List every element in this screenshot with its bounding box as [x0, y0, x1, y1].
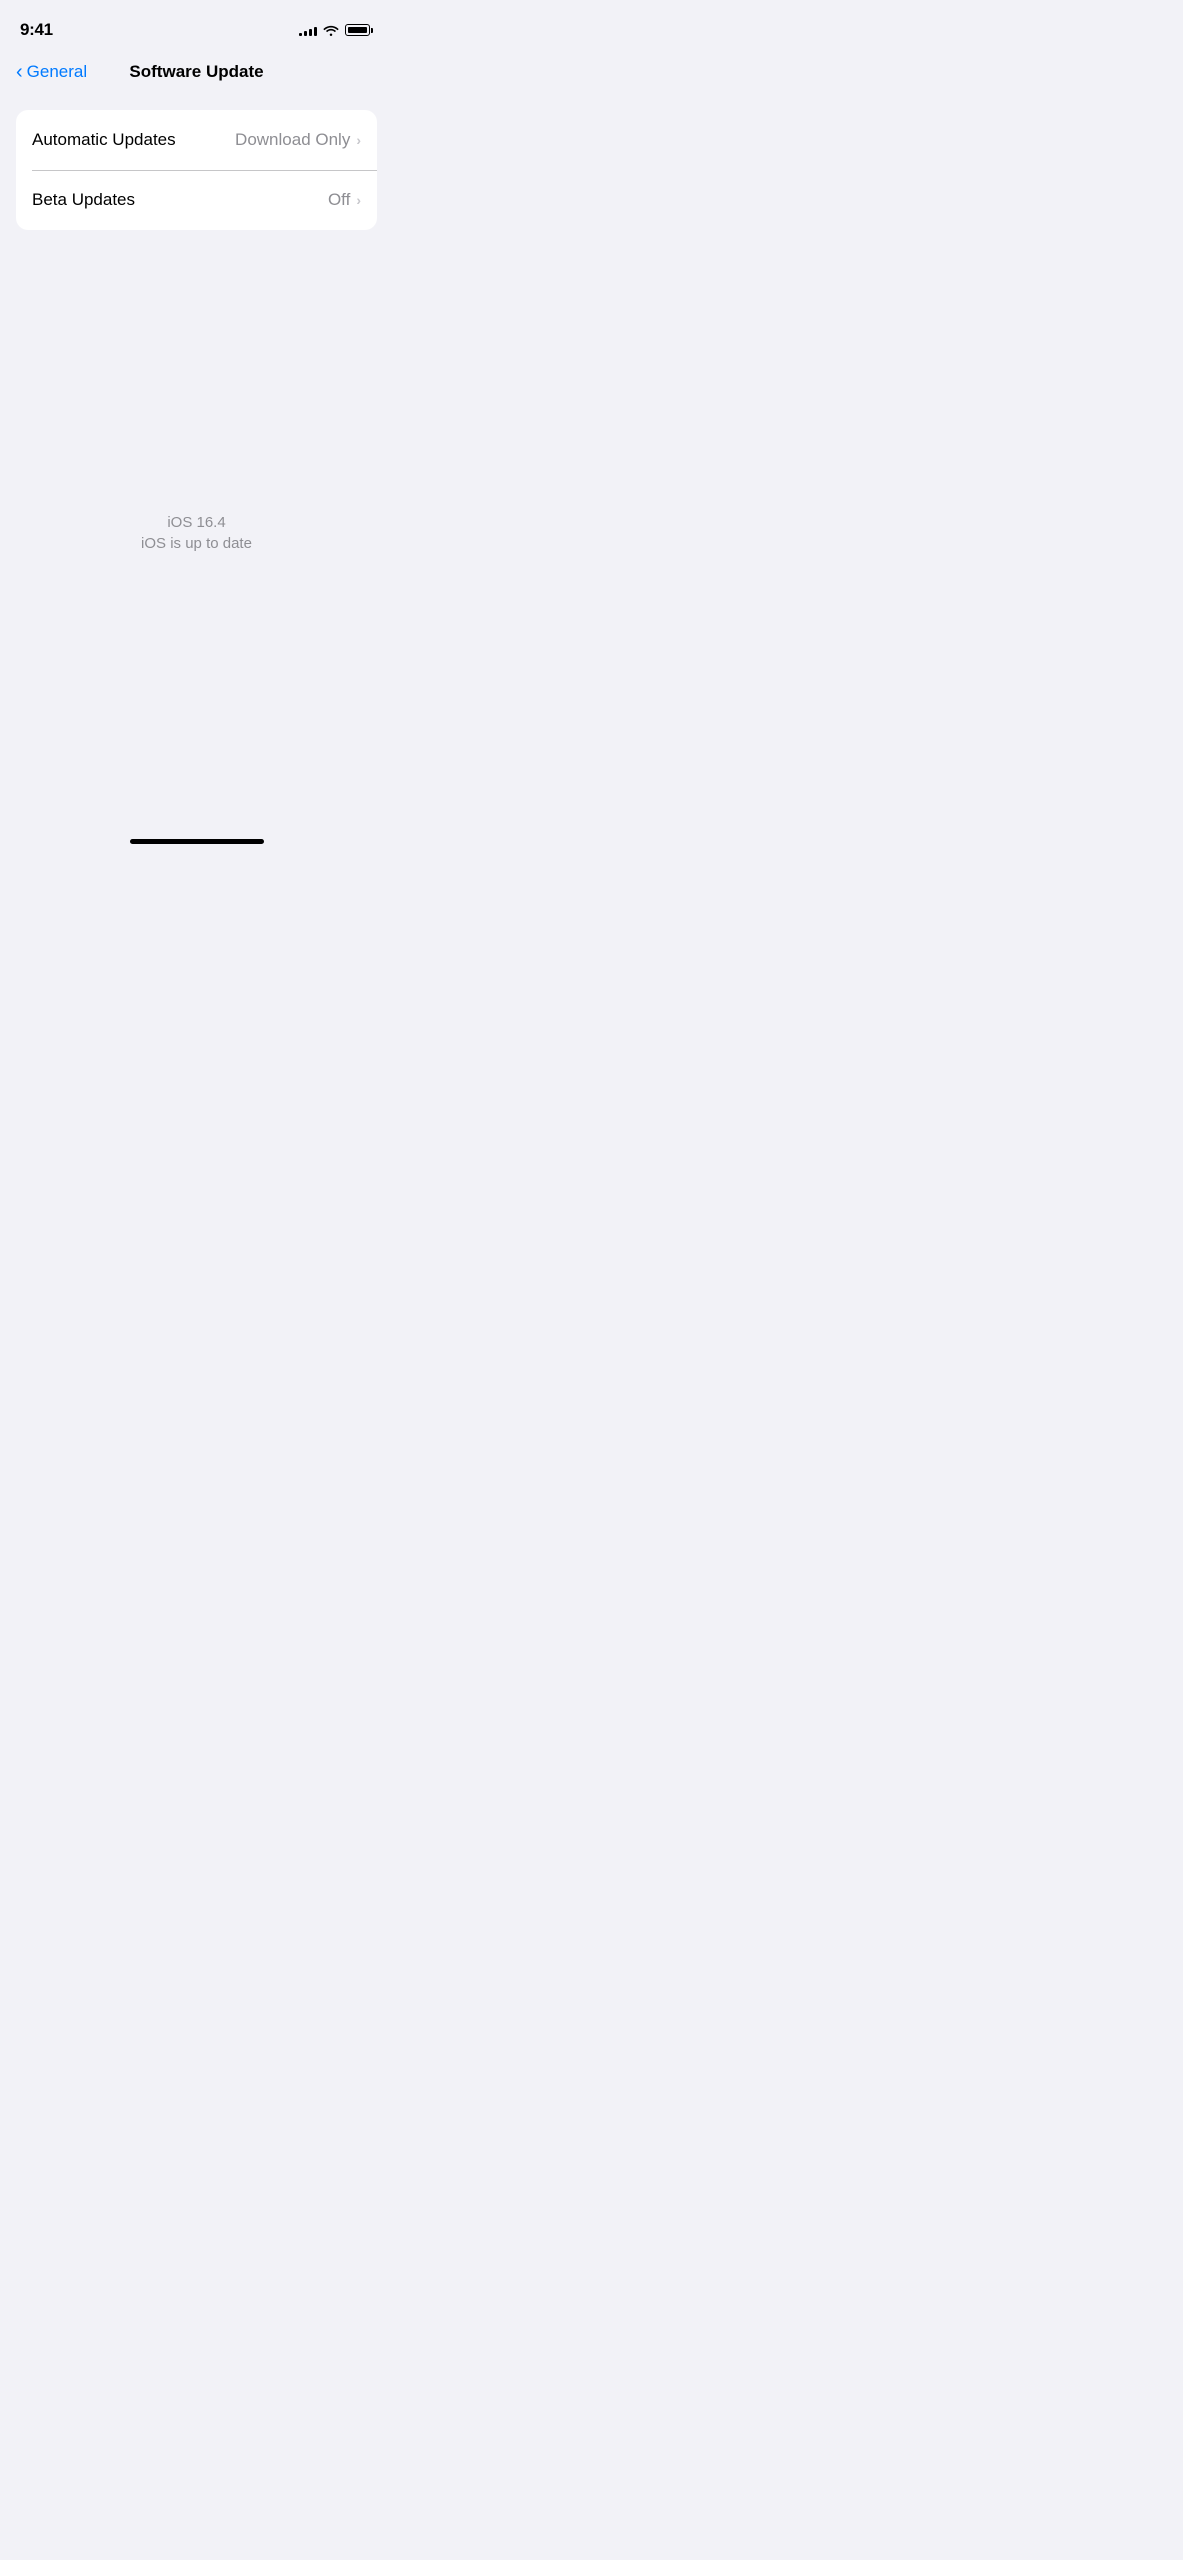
- beta-updates-value: Off: [328, 190, 350, 210]
- nav-bar: ‹ General Software Update: [0, 54, 393, 94]
- main-content: Automatic Updates Download Only › Beta U…: [0, 94, 393, 230]
- signal-icon: [299, 24, 317, 36]
- home-indicator: [130, 839, 264, 844]
- ios-version: iOS 16.4: [167, 514, 225, 531]
- ios-status: iOS is up to date: [141, 535, 252, 552]
- back-button[interactable]: ‹ General: [16, 62, 87, 82]
- automatic-updates-label: Automatic Updates: [32, 130, 176, 150]
- wifi-icon: [323, 24, 339, 36]
- battery-icon: [345, 24, 373, 36]
- automatic-updates-row[interactable]: Automatic Updates Download Only ›: [16, 110, 377, 170]
- beta-updates-value-group: Off ›: [328, 190, 361, 210]
- ios-info: iOS 16.4 iOS is up to date: [0, 514, 393, 552]
- automatic-updates-value: Download Only: [235, 130, 350, 150]
- status-bar: 9:41: [0, 0, 393, 54]
- automatic-updates-chevron-icon: ›: [356, 132, 361, 148]
- back-chevron-icon: ‹: [16, 62, 23, 82]
- beta-updates-label: Beta Updates: [32, 190, 135, 210]
- automatic-updates-value-group: Download Only ›: [235, 130, 361, 150]
- back-label: General: [27, 62, 87, 82]
- settings-group: Automatic Updates Download Only › Beta U…: [16, 110, 377, 230]
- status-icons: [299, 24, 373, 36]
- beta-updates-chevron-icon: ›: [356, 192, 361, 208]
- beta-updates-row[interactable]: Beta Updates Off ›: [16, 170, 377, 230]
- page-title: Software Update: [129, 62, 263, 82]
- status-time: 9:41: [20, 20, 53, 40]
